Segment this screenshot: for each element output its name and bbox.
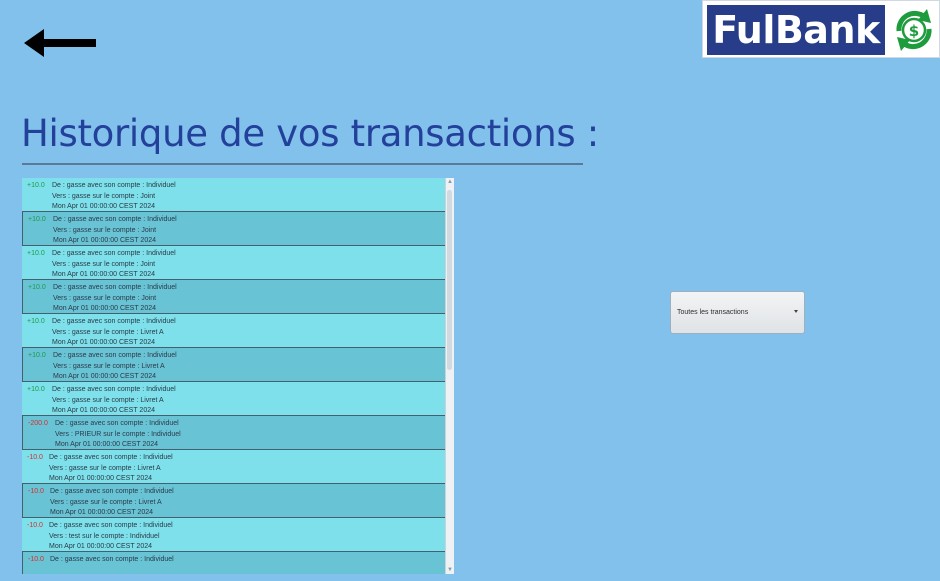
fulbank-logo: FulBank $ [702,0,940,58]
transaction-row[interactable]: -10.0 De : gasse avec son compte : Indivi… [22,483,454,518]
transaction-amount: -10.0 [27,522,43,529]
transaction-row[interactable]: -10.0 De : gasse avec son compte : Indivi… [22,518,454,551]
transaction-source: De : gasse avec son compte : Individuel [50,556,174,563]
transaction-amount: -10.0 [28,556,44,563]
logo-text: FulBank [707,5,885,55]
transaction-row[interactable]: -200.0 De : gasse avec son compte : Indiv… [22,415,454,450]
transaction-filter-select[interactable]: Toutes les transactions [670,291,805,334]
transaction-destination: Vers : gasse sur le compte : Joint [53,294,157,302]
transactions-list[interactable]: +10.0 De : gasse avec son compte : Indivi… [22,178,454,574]
transaction-amount: +10.0 [28,216,46,223]
transaction-row[interactable]: -10.0 De : gasse avec son compte : Indivi… [22,551,454,574]
transaction-source: De : gasse avec son compte : Individuel [52,318,176,325]
transaction-source: De : gasse avec son compte : Individuel [49,454,173,461]
transaction-destination: Vers : gasse sur le compte : Livret A [52,328,164,336]
transaction-row[interactable]: +10.0 De : gasse avec son compte : Indivi… [22,347,454,382]
transaction-amount: -200.0 [28,420,48,427]
transaction-date: Mon Apr 01 00:00:00 CEST 2024 [50,509,153,516]
title-divider [22,163,583,165]
scroll-thumb[interactable] [447,190,452,370]
transaction-date: Mon Apr 01 00:00:00 CEST 2024 [53,305,156,312]
scroll-down-icon[interactable]: ▼ [447,567,453,573]
transaction-row[interactable]: +10.0 De : gasse avec son compte : Indivi… [22,246,454,279]
transaction-destination: Vers : gasse sur le compte : Joint [52,192,156,200]
transaction-amount: +10.0 [27,386,45,393]
transaction-source: De : gasse avec son compte : Individuel [53,352,177,359]
transaction-amount: +10.0 [27,318,45,325]
transaction-row[interactable]: +10.0 De : gasse avec son compte : Indivi… [22,178,454,211]
transaction-destination: Vers : gasse sur le compte : Livret A [50,498,162,506]
transaction-amount: +10.0 [28,352,46,359]
transaction-source: De : gasse avec son compte : Individuel [52,182,176,189]
transaction-amount: -10.0 [27,454,43,461]
scroll-up-icon[interactable]: ▲ [447,179,453,185]
transaction-source: De : gasse avec son compte : Individuel [53,284,177,291]
transaction-destination: Vers : gasse sur le compte : Livret A [52,396,164,404]
transaction-row[interactable]: +10.0 De : gasse avec son compte : Indivi… [22,211,454,246]
transaction-row[interactable]: +10.0 De : gasse avec son compte : Indivi… [22,382,454,415]
back-button[interactable] [22,26,98,60]
transaction-destination: Vers : test sur le compte : Individuel [49,532,160,540]
arrow-left-icon [24,29,96,57]
transaction-row[interactable]: +10.0 De : gasse avec son compte : Indivi… [22,314,454,347]
transaction-row[interactable]: +10.0 De : gasse avec son compte : Indivi… [22,279,454,314]
transaction-source: De : gasse avec son compte : Individuel [53,216,177,223]
transaction-amount: +10.0 [27,250,45,257]
transaction-amount: +10.0 [27,182,45,189]
filter-selected-value: Toutes les transactions [677,309,749,316]
transaction-date: Mon Apr 01 00:00:00 CEST 2024 [55,441,158,448]
transaction-destination: Vers : gasse sur le compte : Livret A [49,464,161,472]
svg-text:$: $ [909,22,919,40]
dollar-recycle-icon: $ [896,9,932,51]
transaction-date: Mon Apr 01 00:00:00 CEST 2024 [53,237,156,244]
transaction-amount: -10.0 [28,488,44,495]
transaction-source: De : gasse avec son compte : Individuel [52,386,176,393]
transaction-destination: Vers : gasse sur le compte : Joint [53,226,157,234]
transaction-destination: Vers : PRIEUR sur le compte : Individuel [55,430,181,438]
page-title: Historique de vos transactions : [21,112,599,155]
transaction-source: De : gasse avec son compte : Individuel [49,522,173,529]
transaction-date: Mon Apr 01 00:00:00 CEST 2024 [53,373,156,380]
chevron-down-icon [794,310,798,313]
transaction-amount: +10.0 [28,284,46,291]
transaction-destination: Vers : gasse sur le compte : Joint [52,260,156,268]
transaction-destination: Vers : gasse sur le compte : Livret A [53,362,165,370]
transactions-scrollbar[interactable]: ▲ ▼ [445,178,454,574]
transaction-source: De : gasse avec son compte : Individuel [50,488,174,495]
transaction-row[interactable]: -10.0 De : gasse avec son compte : Indivi… [22,450,454,483]
transaction-source: De : gasse avec son compte : Individuel [52,250,176,257]
transaction-source: De : gasse avec son compte : Individuel [55,420,179,427]
